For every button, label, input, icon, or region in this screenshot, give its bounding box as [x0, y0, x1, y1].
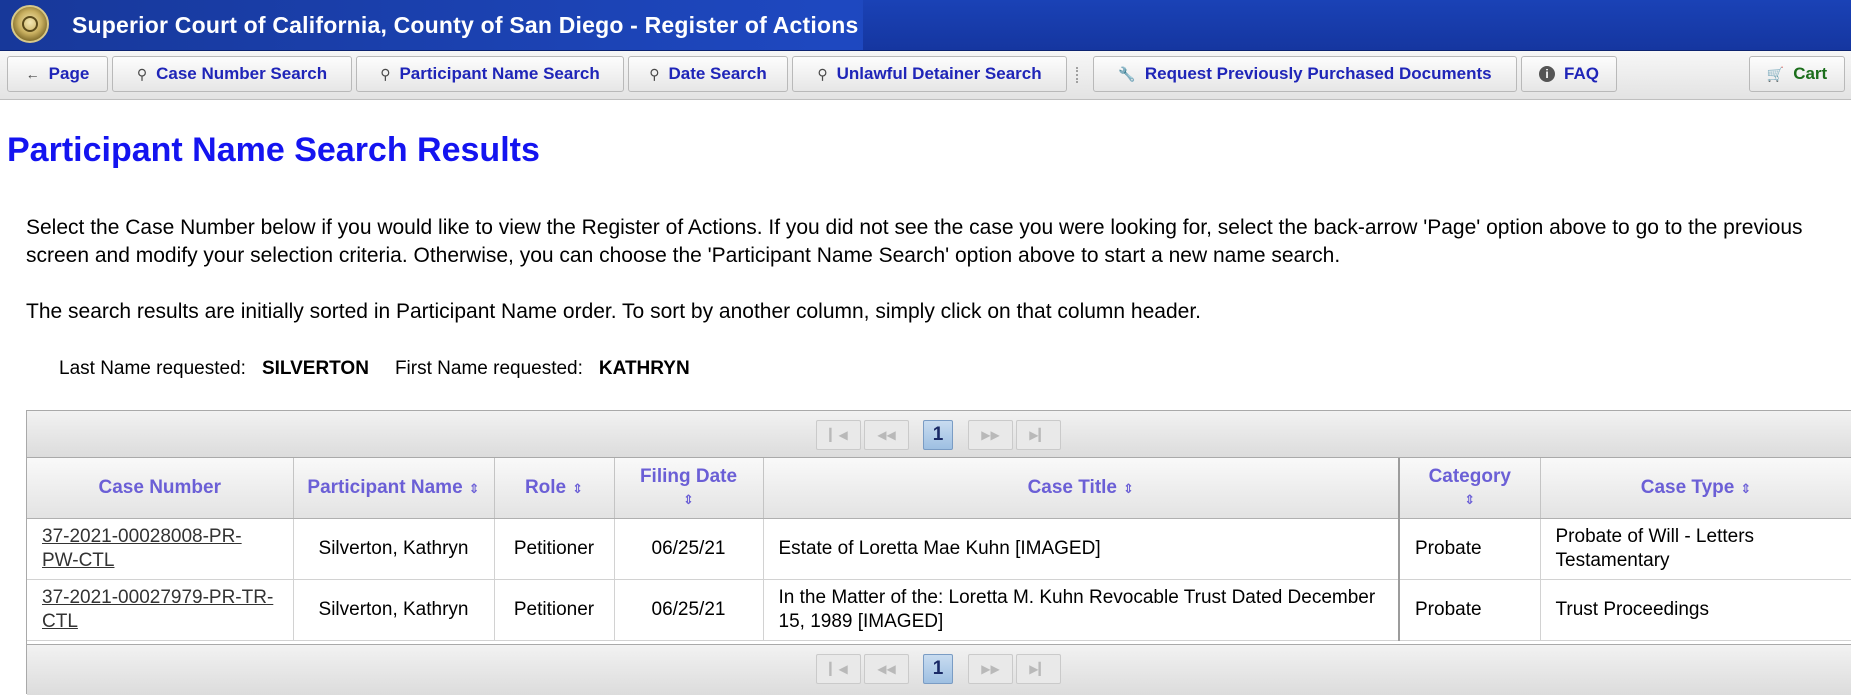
- column-header-participant-name[interactable]: Participant Name ⇕: [293, 458, 495, 519]
- sort-icon: ⇕: [1740, 480, 1752, 496]
- role-cell: Petitioner: [494, 518, 615, 580]
- case-number-cell: 37-2021-00027979-PR-TR-CTL: [27, 579, 294, 641]
- column-header-role[interactable]: Role ⇕: [494, 458, 615, 519]
- column-header-case-type[interactable]: Case Type ⇕: [1540, 458, 1851, 519]
- sort-icon: ⇕: [572, 480, 584, 496]
- column-header-case-title[interactable]: Case Title ⇕: [763, 458, 1400, 519]
- prev-page-icon[interactable]: ◀◀: [864, 654, 909, 684]
- cart-icon: 🛒: [1766, 65, 1785, 82]
- unlawful-detainer-search-button[interactable]: ⚲ Unlawful Detainer Search: [792, 56, 1067, 92]
- sort-icon: ⇕: [683, 491, 694, 507]
- date-search-label: Date Search: [668, 64, 767, 83]
- case-number-search-button[interactable]: ⚲ Case Number Search: [112, 56, 352, 92]
- page-title: Participant Name Search Results: [7, 131, 540, 169]
- intro-text: Select the Case Number below if you woul…: [26, 216, 1803, 267]
- search-icon: ⚲: [136, 65, 148, 82]
- case-type-cell: Probate of Will - Letters Testamentary: [1540, 518, 1851, 580]
- last-name-value: SILVERTON: [261, 358, 369, 379]
- results-grid: ▎◀ ◀◀ 1 ▶▶ ▶▎ Case Number Participant Na…: [26, 410, 1851, 695]
- last-name-label: Last Name requested:: [59, 358, 246, 379]
- results-table: Case Number Participant Name ⇕ Role ⇕ Fili…: [27, 458, 1851, 641]
- search-icon: ⚲: [380, 65, 391, 82]
- column-header-case-number[interactable]: Case Number: [27, 458, 294, 519]
- case-number-link[interactable]: 37-2021-00027979-PR-TR-CTL: [42, 587, 273, 632]
- county-seal-icon: [11, 5, 49, 43]
- title-bar-shade: [863, 0, 1851, 50]
- case-title-cell: Estate of Loretta Mae Kuhn [IMAGED]: [763, 518, 1400, 580]
- faq-button[interactable]: i FAQ: [1521, 56, 1617, 92]
- first-name-value: KATHRYN: [598, 358, 690, 379]
- title-bar: Superior Court of California, County of …: [0, 0, 1851, 51]
- participant-name-search-button[interactable]: ⚲ Participant Name Search: [356, 56, 624, 92]
- category-cell: Probate: [1399, 518, 1541, 580]
- table-row: 37-2021-00027979-PR-TR-CTL Silverton, Ka…: [27, 579, 1851, 641]
- first-page-icon[interactable]: ▎◀: [816, 420, 861, 450]
- column-header-category[interactable]: Category ⇕: [1399, 458, 1541, 519]
- sort-note: The search results are initially sorted …: [26, 300, 1201, 323]
- back-page-label: Page: [48, 64, 90, 83]
- participant-name-search-label: Participant Name Search: [399, 64, 600, 83]
- first-name-label: First Name requested:: [394, 358, 583, 379]
- date-search-button[interactable]: ⚲ Date Search: [628, 56, 788, 92]
- last-page-icon[interactable]: ▶▎: [1016, 420, 1061, 450]
- table-row: 37-2021-00028008-PR-PW-CTL Silverton, Ka…: [27, 518, 1851, 580]
- case-title-cell: In the Matter of the: Loretta M. Kuhn Re…: [763, 579, 1400, 641]
- app-title: Superior Court of California, County of …: [72, 12, 859, 38]
- case-type-cell: Trust Proceedings: [1540, 579, 1851, 641]
- role-cell: Petitioner: [494, 579, 615, 641]
- next-page-icon[interactable]: ▶▶: [968, 654, 1013, 684]
- toolbar: ← Page ⚲ Case Number Search ⚲ Participan…: [0, 51, 1851, 100]
- search-icon: ⚲: [649, 65, 660, 82]
- participant-cell: Silverton, Kathryn: [293, 518, 495, 580]
- sort-icon: ⇕: [1123, 480, 1134, 496]
- request-documents-button[interactable]: 🔧 Request Previously Purchased Documents: [1093, 56, 1517, 92]
- case-number-link[interactable]: 37-2021-00028008-PR-PW-CTL: [42, 526, 242, 571]
- filing-date-cell: 06/25/21: [614, 518, 764, 580]
- pager-top: ▎◀ ◀◀ 1 ▶▶ ▶▎: [27, 411, 1851, 458]
- search-icon: ⚲: [817, 65, 828, 82]
- toolbar-separator: [1076, 67, 1082, 83]
- pager-bottom: ▎◀ ◀◀ 1 ▶▶ ▶▎: [27, 644, 1851, 695]
- last-page-icon[interactable]: ▶▎: [1016, 654, 1061, 684]
- cart-label: Cart: [1793, 64, 1828, 83]
- cart-button[interactable]: 🛒 Cart: [1749, 56, 1845, 92]
- search-criteria: Last Name requested: SILVERTON First Name …: [59, 358, 690, 380]
- back-arrow-icon: ←: [25, 66, 40, 82]
- table-header-row: Case Number Participant Name ⇕ Role ⇕ Fili…: [27, 458, 1851, 519]
- page-number-button[interactable]: 1: [923, 420, 953, 450]
- first-page-icon[interactable]: ▎◀: [816, 654, 861, 684]
- case-number-cell: 37-2021-00028008-PR-PW-CTL: [27, 518, 294, 580]
- case-number-search-label: Case Number Search: [156, 64, 328, 83]
- wrench-icon: 🔧: [1118, 65, 1136, 82]
- filing-date-cell: 06/25/21: [614, 579, 764, 641]
- request-documents-label: Request Previously Purchased Documents: [1144, 64, 1492, 83]
- faq-label: FAQ: [1564, 64, 1599, 83]
- back-page-button[interactable]: ← Page: [7, 56, 108, 92]
- column-header-filing-date[interactable]: Filing Date ⇕: [614, 458, 764, 519]
- info-icon: i: [1539, 66, 1556, 82]
- participant-cell: Silverton, Kathryn: [293, 579, 495, 641]
- sort-icon: ⇕: [468, 480, 480, 496]
- page-number-button[interactable]: 1: [923, 654, 953, 684]
- prev-page-icon[interactable]: ◀◀: [864, 420, 909, 450]
- unlawful-detainer-search-label: Unlawful Detainer Search: [836, 64, 1042, 83]
- sort-icon: ⇕: [1464, 491, 1476, 507]
- next-page-icon[interactable]: ▶▶: [968, 420, 1013, 450]
- category-cell: Probate: [1399, 579, 1541, 641]
